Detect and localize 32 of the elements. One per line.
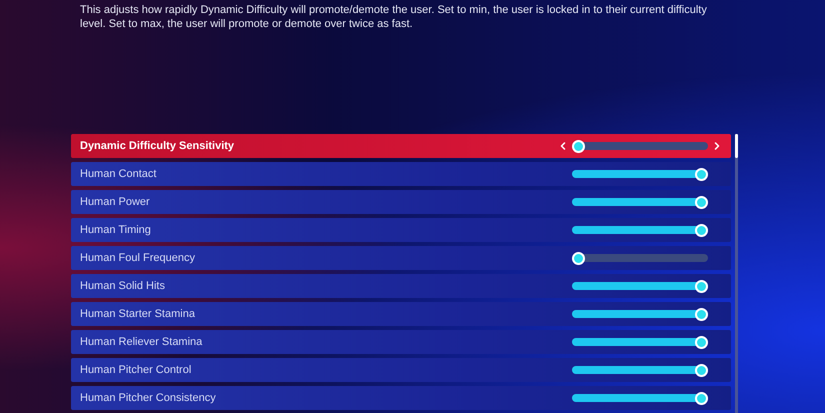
- description-text: This adjusts how rapidly Dynamic Difficulty will promote/demote the user. Set to min, the user is locked in to their current difficulty level. Set to max, the user will promote or demote over twice as fast.: [80, 3, 708, 31]
- setting-row[interactable]: Dynamic Difficulty Sensitivity: [71, 134, 731, 158]
- setting-label: Human Power: [80, 194, 150, 210]
- slider[interactable]: [572, 196, 708, 208]
- setting-label: Human Foul Frequency: [80, 250, 195, 266]
- setting-label: Human Reliever Stamina: [80, 334, 202, 350]
- slider[interactable]: [572, 364, 708, 376]
- slider[interactable]: [572, 168, 708, 180]
- setting-row[interactable]: Human Power: [71, 190, 731, 214]
- setting-row[interactable]: Human Solid Hits: [71, 274, 731, 298]
- setting-label: Human Solid Hits: [80, 278, 165, 294]
- slider[interactable]: [572, 308, 708, 320]
- slider[interactable]: [572, 140, 708, 152]
- setting-label: Human Timing: [80, 222, 151, 238]
- setting-row[interactable]: Human Reliever Stamina: [71, 330, 731, 354]
- setting-row[interactable]: Human Contact: [71, 162, 731, 186]
- slider[interactable]: [572, 280, 708, 292]
- setting-row[interactable]: Human Foul Frequency: [71, 246, 731, 270]
- setting-label: Dynamic Difficulty Sensitivity: [80, 138, 234, 154]
- slider[interactable]: [572, 252, 708, 264]
- setting-row[interactable]: Human Starter Stamina: [71, 302, 731, 326]
- setting-row[interactable]: Human Timing: [71, 218, 731, 242]
- setting-label: Human Pitcher Consistency: [80, 390, 216, 406]
- setting-row[interactable]: Human Pitcher Consistency: [71, 386, 731, 410]
- setting-label: Human Pitcher Control: [80, 362, 192, 378]
- slider[interactable]: [572, 392, 708, 404]
- setting-label: Human Contact: [80, 166, 156, 182]
- scrollbar-thumb[interactable]: [735, 134, 738, 158]
- setting-label: Human Starter Stamina: [80, 306, 195, 322]
- setting-row[interactable]: Human Pitcher Control: [71, 358, 731, 382]
- slider[interactable]: [572, 224, 708, 236]
- slider[interactable]: [572, 336, 708, 348]
